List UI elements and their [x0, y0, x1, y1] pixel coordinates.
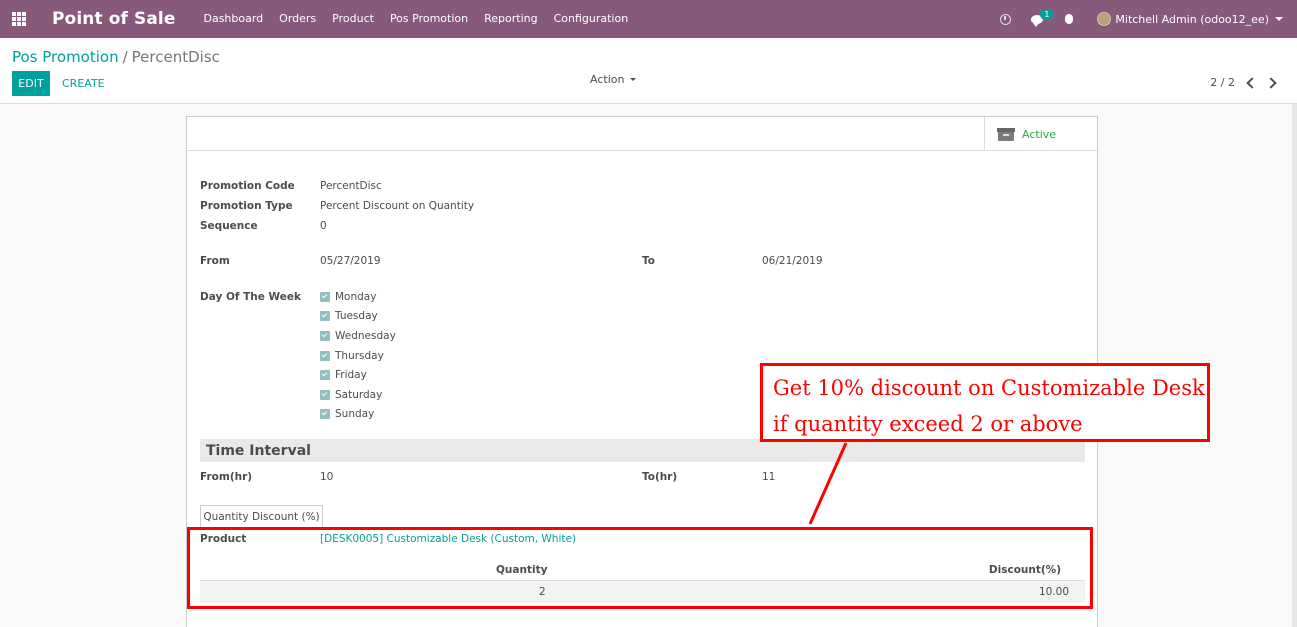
annotation-callout: Get 10% discount on Customizable Desk if… [760, 363, 1210, 442]
annotation-line-2: if quantity exceed 2 or above [773, 412, 1083, 436]
annotation-line-1: Get 10% discount on Customizable Desk [773, 376, 1205, 400]
annotation-text: Get 10% discount on Customizable Desk if… [773, 370, 1205, 442]
annotation-pointer-line [808, 442, 848, 525]
